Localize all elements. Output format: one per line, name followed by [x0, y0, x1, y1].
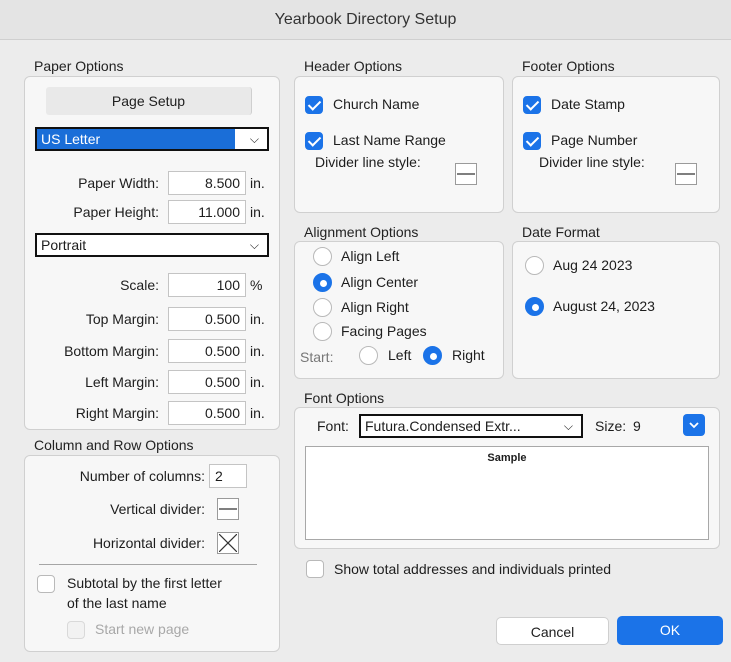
- date-format-long-label: August 24, 2023: [553, 298, 655, 314]
- alignment-options-label: Alignment Options: [304, 224, 419, 240]
- church-name-label: Church Name: [333, 96, 420, 112]
- align-right-label: Align Right: [341, 299, 409, 315]
- header-options-group: Church Name Last Name Range Divider line…: [294, 76, 504, 213]
- page-number-label: Page Number: [551, 132, 638, 148]
- top-margin-input[interactable]: 0.500: [168, 307, 246, 331]
- align-center-radio[interactable]: [313, 273, 332, 292]
- scale-input[interactable]: 100: [168, 273, 246, 297]
- single-line-divider-icon[interactable]: [675, 163, 697, 185]
- date-format-long-radio[interactable]: [525, 297, 544, 316]
- start-left-label: Left: [388, 347, 412, 363]
- paper-width-label: Paper Width:: [78, 175, 159, 191]
- num-columns-label: Number of columns:: [79, 468, 205, 484]
- paper-height-unit: in.: [250, 204, 265, 220]
- subtotal-checkbox[interactable]: [37, 575, 55, 593]
- date-stamp-checkbox[interactable]: [523, 96, 541, 114]
- right-margin-input[interactable]: 0.500: [168, 401, 246, 425]
- paper-height-input[interactable]: 11.000: [168, 200, 246, 224]
- vertical-divider-label: Vertical divider:: [110, 501, 205, 517]
- align-left-radio[interactable]: [313, 247, 332, 266]
- right-margin-label: Right Margin:: [75, 405, 159, 421]
- font-label: Font:: [317, 418, 349, 434]
- cross-divider-icon[interactable]: [217, 532, 239, 554]
- footer-options-label: Footer Options: [522, 58, 615, 74]
- footer-options-group: Date Stamp Page Number Divider line styl…: [512, 76, 720, 213]
- start-label: Start:: [300, 349, 334, 365]
- left-margin-label: Left Margin:: [85, 374, 159, 390]
- bottom-margin-input[interactable]: 0.500: [168, 339, 246, 363]
- bottom-margin-label: Bottom Margin:: [64, 343, 159, 359]
- window-title: Yearbook Directory Setup: [274, 11, 457, 28]
- date-format-label: Date Format: [522, 224, 600, 240]
- align-center-label: Align Center: [341, 274, 419, 290]
- paper-size-select[interactable]: US Letter ⌵: [35, 127, 269, 151]
- subtotal-label-line2: of the last name: [67, 595, 167, 611]
- orientation-value: Portrait: [41, 237, 87, 253]
- start-left-radio[interactable]: [359, 346, 378, 365]
- paper-height-label: Paper Height:: [73, 204, 159, 220]
- last-name-range-label: Last Name Range: [333, 132, 446, 148]
- left-margin-unit: in.: [250, 374, 265, 390]
- subtotal-label-line1: Subtotal by the first letter: [67, 575, 222, 591]
- paper-width-input[interactable]: 8.500: [168, 171, 246, 195]
- date-format-short-label: Aug 24 2023: [553, 257, 633, 273]
- orientation-select[interactable]: Portrait ⌵: [35, 233, 269, 257]
- ok-button[interactable]: OK: [617, 616, 723, 645]
- align-left-label: Align Left: [341, 248, 400, 264]
- top-margin-label: Top Margin:: [85, 311, 159, 327]
- font-sample-text: Sample: [487, 452, 527, 464]
- separator: [39, 564, 257, 565]
- size-label: Size:: [595, 418, 627, 434]
- column-row-options-label: Column and Row Options: [34, 437, 194, 453]
- font-options-group: Font: Futura.Condensed Extr... ⌵ Size: 9…: [294, 407, 720, 549]
- chevron-down-icon: [689, 422, 699, 429]
- start-right-label: Right: [452, 347, 485, 363]
- show-totals-label: Show total addresses and individuals pri…: [334, 561, 612, 577]
- font-options-label: Font Options: [304, 390, 385, 406]
- chevron-down-icon: ⌵: [249, 238, 259, 252]
- window-title-bar: Yearbook Directory Setup: [0, 0, 731, 40]
- last-name-range-checkbox[interactable]: [305, 132, 323, 150]
- paper-options-label: Paper Options: [34, 58, 124, 74]
- num-columns-input[interactable]: 2: [209, 464, 247, 488]
- font-select[interactable]: Futura.Condensed Extr... ⌵: [359, 414, 583, 438]
- page-setup-button[interactable]: Page Setup: [46, 87, 252, 115]
- date-format-short-radio[interactable]: [525, 256, 544, 275]
- chevron-down-icon: ⌵: [249, 132, 259, 146]
- font-value: Futura.Condensed Extr...: [365, 418, 521, 434]
- left-margin-input[interactable]: 0.500: [168, 370, 246, 394]
- facing-pages-radio[interactable]: [313, 322, 332, 341]
- start-new-page-label: Start new page: [95, 621, 190, 637]
- church-name-checkbox[interactable]: [305, 96, 323, 114]
- scale-unit: %: [250, 277, 263, 293]
- size-dropdown-button[interactable]: [683, 414, 705, 436]
- footer-divider-style-label: Divider line style:: [539, 154, 645, 170]
- start-right-radio[interactable]: [423, 346, 442, 365]
- scale-label: Scale:: [120, 277, 159, 293]
- align-right-radio[interactable]: [313, 298, 332, 317]
- bottom-margin-unit: in.: [250, 343, 265, 359]
- right-margin-unit: in.: [250, 405, 265, 421]
- single-line-divider-icon[interactable]: [217, 498, 239, 520]
- single-line-divider-icon[interactable]: [455, 163, 477, 185]
- top-margin-unit: in.: [250, 311, 265, 327]
- alignment-options-group: Align Left Align Center Align Right Faci…: [294, 241, 504, 379]
- cancel-button[interactable]: Cancel: [496, 617, 609, 645]
- start-new-page-checkbox[interactable]: [67, 621, 85, 639]
- size-value: 9: [633, 418, 641, 434]
- font-sample-preview: Sample: [305, 446, 709, 540]
- header-options-label: Header Options: [304, 58, 403, 74]
- paper-size-value: US Letter: [37, 129, 235, 149]
- date-stamp-label: Date Stamp: [551, 96, 625, 112]
- facing-pages-label: Facing Pages: [341, 323, 427, 339]
- horizontal-divider-label: Horizontal divider:: [92, 535, 205, 551]
- show-totals-checkbox[interactable]: [306, 560, 324, 578]
- page-number-checkbox[interactable]: [523, 132, 541, 150]
- paper-options-group: Page Setup US Letter ⌵ Paper Width: 8.50…: [24, 76, 280, 430]
- paper-width-unit: in.: [250, 175, 265, 191]
- header-divider-style-label: Divider line style:: [315, 154, 421, 170]
- date-format-group: Aug 24 2023 August 24, 2023: [512, 241, 720, 379]
- chevron-down-icon: ⌵: [563, 419, 573, 433]
- column-row-options-group: Number of columns: 2 Vertical divider: H…: [24, 455, 280, 652]
